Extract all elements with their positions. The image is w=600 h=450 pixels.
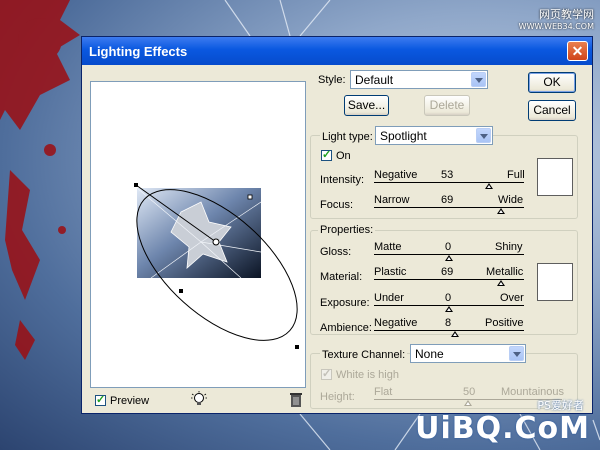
focus-value: 69 bbox=[441, 194, 454, 206]
material-right-label: Metallic bbox=[486, 266, 524, 278]
save-style-button[interactable]: Save... bbox=[344, 95, 389, 116]
light-type-select[interactable]: Spotlight bbox=[375, 126, 493, 145]
light-handle-right[interactable] bbox=[247, 194, 253, 200]
light-color-swatch[interactable] bbox=[537, 158, 573, 196]
lighting-effects-dialog: Lighting Effects ✕ ✓ Preview Style: Defa… bbox=[81, 36, 593, 414]
chevron-down-icon bbox=[476, 128, 491, 143]
watermark-brand-small: PS爱好者 bbox=[537, 399, 584, 412]
light-bulb-icon[interactable] bbox=[190, 391, 208, 409]
material-slider-thumb[interactable] bbox=[496, 280, 505, 286]
preview-canvas[interactable] bbox=[90, 81, 306, 388]
chevron-down-icon bbox=[471, 72, 486, 87]
light-center-handle[interactable] bbox=[212, 238, 220, 246]
light-handle-top[interactable] bbox=[134, 183, 138, 187]
style-select[interactable]: Default bbox=[350, 70, 488, 89]
focus-left-label: Narrow bbox=[374, 194, 410, 206]
intensity-value: 53 bbox=[441, 169, 454, 181]
white-is-high-label: White is high bbox=[336, 369, 399, 381]
ok-button[interactable]: OK bbox=[528, 72, 576, 93]
light-type-label: Light type: bbox=[320, 131, 375, 143]
delete-style-button[interactable]: Delete bbox=[424, 95, 470, 116]
watermark-bottom: PS爱好者 UiBQ.CoM bbox=[415, 399, 590, 446]
preview-label: Preview bbox=[110, 395, 150, 407]
trash-icon[interactable] bbox=[289, 392, 303, 408]
exposure-right-label: Over bbox=[500, 292, 524, 304]
light-on-checkbox[interactable] bbox=[321, 148, 332, 161]
intensity-left-label: Negative bbox=[374, 169, 418, 181]
light-handle-bottom[interactable] bbox=[179, 289, 183, 293]
gloss-label: Gloss: bbox=[320, 246, 352, 258]
style-select-value: Default bbox=[355, 73, 394, 87]
white-is-high-checkbox[interactable] bbox=[321, 367, 332, 380]
height-value: 50 bbox=[463, 386, 476, 398]
light-on-label: On bbox=[336, 150, 351, 162]
ambience-slider-track[interactable] bbox=[374, 330, 524, 331]
exposure-label: Exposure: bbox=[320, 297, 370, 309]
gloss-value: 0 bbox=[445, 241, 452, 253]
title-bar[interactable]: Lighting Effects ✕ bbox=[82, 37, 592, 65]
gloss-left-label: Matte bbox=[374, 241, 402, 253]
height-left-label: Flat bbox=[374, 386, 393, 398]
ambience-right-label: Positive bbox=[485, 317, 524, 329]
watermark-site-url: WWW.WEB34.COM bbox=[518, 22, 594, 31]
texture-channel-value: None bbox=[415, 347, 444, 361]
light-type-select-value: Spotlight bbox=[380, 129, 427, 143]
texture-channel-label: Texture Channel: bbox=[320, 349, 408, 361]
exposure-value: 0 bbox=[445, 292, 452, 304]
focus-slider-thumb[interactable] bbox=[496, 208, 505, 214]
intensity-slider-track[interactable] bbox=[374, 182, 524, 183]
height-slider-thumb[interactable] bbox=[464, 400, 472, 406]
gloss-right-label: Shiny bbox=[495, 241, 523, 253]
intensity-label: Intensity: bbox=[320, 174, 365, 186]
watermark-top: 网页教学网 WWW.WEB34.COM bbox=[519, 6, 594, 31]
focus-label: Focus: bbox=[320, 199, 354, 211]
material-value: 69 bbox=[441, 266, 454, 278]
watermark-site-cn: 网页教学网 bbox=[539, 8, 594, 21]
exposure-left-label: Under bbox=[374, 292, 404, 304]
height-label: Height: bbox=[320, 391, 355, 403]
ambience-label: Ambience: bbox=[320, 322, 372, 334]
ambience-left-label: Negative bbox=[374, 317, 418, 329]
style-label: Style: bbox=[318, 74, 346, 86]
focus-right-label: Wide bbox=[498, 194, 524, 206]
light-handle-end[interactable] bbox=[295, 345, 299, 349]
texture-channel-select[interactable]: None bbox=[410, 344, 526, 363]
ambience-slider-thumb[interactable] bbox=[451, 331, 459, 337]
ambient-color-swatch[interactable] bbox=[537, 263, 573, 301]
preview-checkbox[interactable] bbox=[95, 393, 106, 406]
exposure-slider-thumb[interactable] bbox=[445, 306, 453, 312]
dialog-title: Lighting Effects bbox=[89, 44, 188, 59]
properties-legend: Properties: bbox=[318, 224, 376, 236]
gloss-slider-thumb[interactable] bbox=[445, 255, 453, 261]
watermark-brand: UiBQ.CoM bbox=[415, 411, 590, 446]
ambience-value: 8 bbox=[445, 317, 452, 329]
intensity-right-label: Full bbox=[507, 169, 525, 181]
close-button[interactable]: ✕ bbox=[567, 41, 588, 61]
chevron-down-icon bbox=[509, 346, 524, 361]
material-label: Material: bbox=[320, 271, 363, 283]
material-left-label: Plastic bbox=[374, 266, 407, 278]
intensity-slider-thumb[interactable] bbox=[484, 183, 493, 189]
cancel-button[interactable]: Cancel bbox=[528, 100, 576, 121]
